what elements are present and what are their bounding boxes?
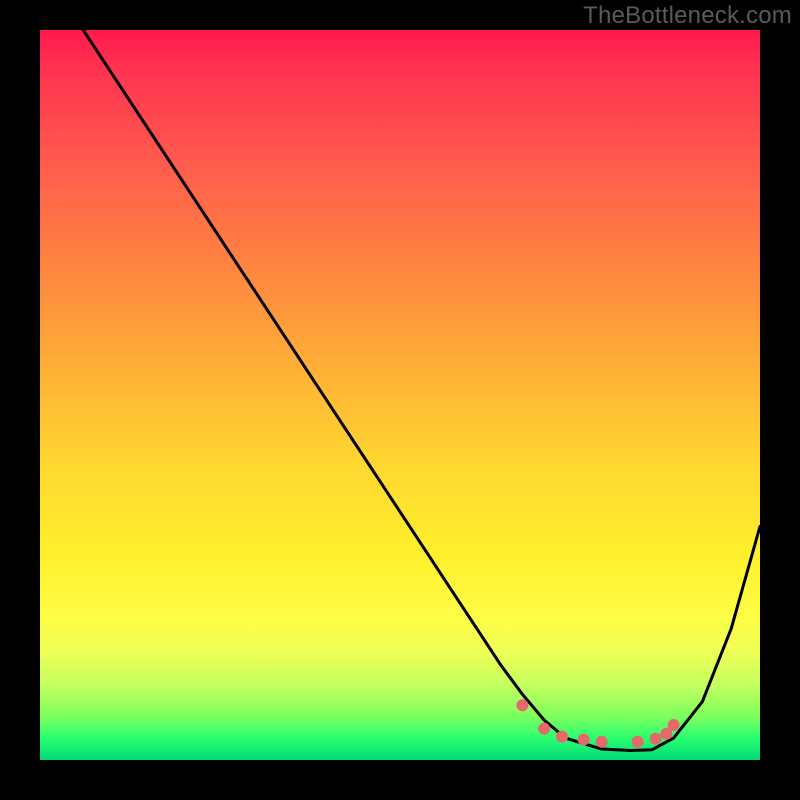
chart-frame: TheBottleneck.com [0, 0, 800, 800]
plot-area [40, 30, 760, 760]
chart-svg [40, 30, 760, 760]
data-point [516, 699, 528, 711]
data-point [596, 736, 608, 748]
data-point [538, 723, 550, 735]
watermark-text: TheBottleneck.com [583, 2, 792, 30]
dot-group [516, 699, 679, 748]
data-point [632, 736, 644, 748]
curve-line [83, 30, 760, 751]
data-point [578, 734, 590, 746]
data-point [650, 733, 662, 745]
data-point [556, 731, 568, 743]
data-point [668, 719, 680, 731]
